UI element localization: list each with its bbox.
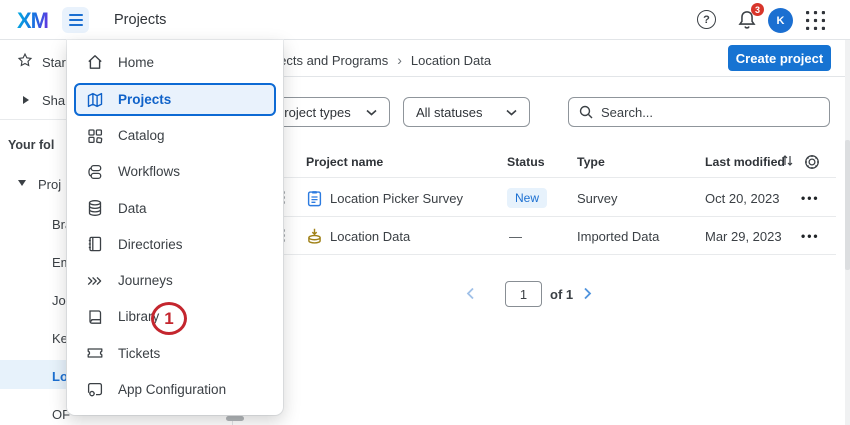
- column-header-name[interactable]: Project name: [306, 155, 383, 169]
- sort-icon[interactable]: [782, 154, 793, 167]
- avatar[interactable]: K: [768, 8, 793, 33]
- workflows-icon: [85, 162, 105, 182]
- menu-item-catalog[interactable]: Catalog: [74, 119, 276, 152]
- menu-item-label: Home: [118, 55, 154, 70]
- statuses-value: All statuses: [416, 105, 482, 120]
- scrollbar-thumb[interactable]: [845, 140, 850, 270]
- breadcrumb: Projects and Programs›Location Data: [256, 52, 491, 68]
- status-empty: —: [509, 229, 522, 244]
- row-actions-button[interactable]: •••: [801, 191, 820, 205]
- help-icon[interactable]: ?: [697, 10, 716, 29]
- last-modified: Oct 20, 2023: [705, 191, 779, 206]
- xm-logo[interactable]: XM: [17, 8, 48, 34]
- app-configuration-icon: [85, 380, 105, 400]
- project-name-link[interactable]: Location Picker Survey: [330, 191, 463, 206]
- menu-item-label: Projects: [118, 92, 171, 107]
- last-modified: Mar 29, 2023: [705, 229, 782, 244]
- search-box[interactable]: [568, 97, 830, 127]
- catalog-icon: [85, 126, 105, 146]
- page-number: 1: [520, 287, 527, 302]
- divider: [250, 254, 836, 255]
- hamburger-menu-button[interactable]: [62, 7, 89, 33]
- menu-item-label: Tickets: [118, 346, 160, 361]
- statuses-dropdown[interactable]: All statuses: [403, 97, 530, 127]
- annotation-step-circle: 1: [151, 302, 187, 335]
- project-name-link[interactable]: Location Data: [330, 229, 410, 244]
- data-icon: [85, 198, 105, 218]
- menu-item-workflows[interactable]: Workflows: [74, 155, 276, 188]
- previous-page-icon[interactable]: [466, 287, 475, 300]
- search-input[interactable]: [601, 105, 819, 120]
- chevron-down-icon: [366, 109, 377, 116]
- breadcrumb-current: Location Data: [411, 53, 491, 68]
- notification-count-badge: 3: [751, 3, 764, 16]
- projects-icon: [85, 90, 105, 110]
- app-window: Projects and Programs›Location Data Crea…: [0, 0, 850, 425]
- search-icon: [579, 105, 593, 119]
- project-type: Imported Data: [577, 229, 659, 244]
- library-icon: [85, 307, 105, 327]
- menu-item-label: Data: [118, 201, 147, 216]
- home-icon: [85, 52, 105, 72]
- global-header: XM Projects ? 3 K: [0, 0, 850, 40]
- project-type: Survey: [577, 191, 617, 206]
- menu-item-label: Directories: [118, 237, 183, 252]
- page-title: Projects: [114, 12, 166, 28]
- directories-icon: [85, 234, 105, 254]
- menu-item-projects[interactable]: Projects: [74, 83, 276, 116]
- column-header-status[interactable]: Status: [507, 155, 545, 169]
- breadcrumb-separator-icon: ›: [397, 52, 402, 68]
- page-number-input[interactable]: 1: [505, 281, 542, 307]
- table-settings-gear-icon[interactable]: [802, 152, 822, 172]
- menu-item-app-configuration[interactable]: App Configuration: [74, 373, 276, 406]
- menu-item-home[interactable]: Home: [74, 46, 276, 79]
- imported-data-icon: [305, 227, 324, 246]
- create-project-button[interactable]: Create project: [728, 45, 831, 71]
- menu-item-data[interactable]: Data: [74, 192, 276, 225]
- menu-item-journeys[interactable]: Journeys: [74, 264, 276, 297]
- journeys-icon: [85, 271, 105, 291]
- divider: [250, 216, 836, 217]
- status-badge: New: [507, 188, 547, 208]
- menu-item-label: Workflows: [118, 164, 180, 179]
- app-grid-icon[interactable]: [805, 10, 826, 31]
- next-page-icon[interactable]: [583, 287, 592, 300]
- tickets-icon: [85, 343, 105, 363]
- survey-icon: [305, 189, 324, 208]
- divider: [250, 177, 836, 178]
- column-header-type[interactable]: Type: [577, 155, 605, 169]
- chevron-down-icon: [506, 109, 517, 116]
- row-actions-button[interactable]: •••: [801, 229, 820, 243]
- menu-item-directories[interactable]: Directories: [74, 228, 276, 261]
- global-nav-menu: Home Projects Catalog Workflows Data Dir…: [67, 40, 283, 415]
- menu-item-label: Catalog: [118, 128, 165, 143]
- menu-item-tickets[interactable]: Tickets: [74, 337, 276, 370]
- menu-item-label: App Configuration: [118, 382, 226, 397]
- column-header-modified[interactable]: Last modified: [705, 155, 785, 169]
- page-count-label: of 1: [550, 287, 573, 302]
- menu-item-label: Journeys: [118, 273, 173, 288]
